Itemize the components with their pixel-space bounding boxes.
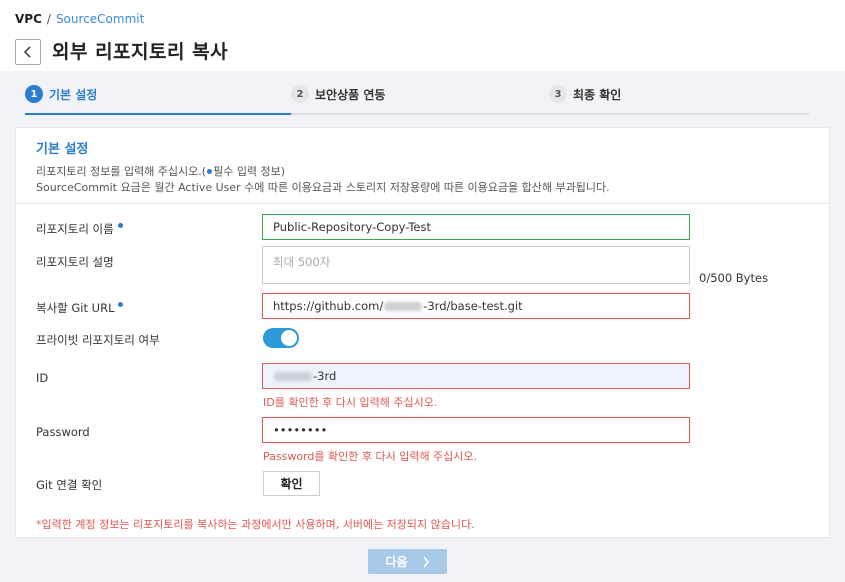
wizard-steps: 1 기본 설정 2 보안상품 연동 3 최종 확인 xyxy=(25,85,809,115)
required-dot-icon xyxy=(207,168,213,174)
next-button[interactable]: 다음 xyxy=(368,549,447,574)
required-dot-icon xyxy=(117,223,123,228)
git-url-label: 복사할 Git URL xyxy=(36,300,124,316)
git-url-suffix: -3rd/base-test.git xyxy=(423,299,523,313)
breadcrumb: VPC / SourceCommit xyxy=(15,12,144,26)
desc-billing-text: SourceCommit 요금은 월간 Active User 수에 따른 이용… xyxy=(36,181,610,194)
repo-desc-placeholder: 최대 500자 xyxy=(273,255,331,269)
id-suffix: -3rd xyxy=(313,369,337,383)
toggle-knob xyxy=(281,330,297,346)
id-input[interactable]: -3rd xyxy=(262,363,690,389)
private-repo-toggle[interactable] xyxy=(263,328,299,348)
password-error-message: Password를 확인한 후 다시 입력해 주십시오. xyxy=(263,450,478,463)
repo-name-value: Public-Repository-Copy-Test xyxy=(273,220,431,234)
git-check-button[interactable]: 확인 xyxy=(263,471,320,496)
back-button[interactable] xyxy=(15,39,41,65)
git-url-input[interactable]: https://github.com/ -3rd/base-test.git xyxy=(262,293,690,319)
repo-desc-textarea[interactable]: 최대 500자 xyxy=(262,246,690,284)
step-final-review[interactable]: 3 최종 확인 xyxy=(549,85,621,103)
step-security-integration[interactable]: 2 보안상품 연동 xyxy=(291,85,385,103)
repo-desc-label: 리포지토리 설명 xyxy=(36,255,114,269)
repo-name-label: 리포지토리 이름 xyxy=(36,221,124,237)
password-label: Password xyxy=(36,425,90,439)
breadcrumb-root[interactable]: VPC xyxy=(15,12,42,26)
credentials-notice: *입력한 계정 정보는 리포지토리를 복사하는 과정에서만 사용하며, 서버에는… xyxy=(36,518,475,531)
next-button-label: 다음 xyxy=(385,555,408,569)
desc-required-text: 필수 입력 정보) xyxy=(213,165,286,178)
step-number: 3 xyxy=(549,85,567,103)
step-label: 기본 설정 xyxy=(49,87,98,102)
id-label: ID xyxy=(36,371,49,385)
redacted-text xyxy=(274,371,312,381)
id-error-message: ID를 확인한 후 다시 입력해 주십시오. xyxy=(263,396,438,409)
breadcrumb-separator: / xyxy=(46,12,51,26)
step-number: 1 xyxy=(25,85,43,103)
card-description: 리포지토리 정보를 입력해 주십시오.( 필수 입력 정보) SourceComm… xyxy=(36,164,809,196)
step-basic-settings[interactable]: 1 기본 설정 xyxy=(25,85,97,103)
byte-counter: 0/500 Bytes xyxy=(699,271,769,285)
chevron-left-icon xyxy=(23,46,31,58)
git-url-prefix: https://github.com/ xyxy=(273,299,384,313)
card-header: 기본 설정 리포지토리 정보를 입력해 주십시오.( 필수 입력 정보) Sour… xyxy=(16,128,829,204)
basic-settings-card: 기본 설정 리포지토리 정보를 입력해 주십시오.( 필수 입력 정보) Sour… xyxy=(15,127,830,538)
desc-text: 리포지토리 정보를 입력해 주십시오.( xyxy=(36,165,207,178)
step-label: 보안상품 연동 xyxy=(315,87,386,102)
git-check-label: Git 연결 확인 xyxy=(36,478,103,492)
private-repo-label: 프라이빗 리포지토리 여부 xyxy=(36,333,160,347)
repo-name-input[interactable]: Public-Repository-Copy-Test xyxy=(262,214,690,240)
page-title: 외부 리포지토리 복사 xyxy=(52,41,229,63)
password-value: •••••••• xyxy=(273,423,328,437)
page-header: VPC / SourceCommit 외부 리포지토리 복사 xyxy=(0,0,845,71)
active-step-indicator xyxy=(25,113,291,115)
step-number: 2 xyxy=(291,85,309,103)
card-title: 기본 설정 xyxy=(36,142,89,157)
chevron-right-icon xyxy=(422,556,429,567)
password-input[interactable]: •••••••• xyxy=(262,417,690,443)
step-label: 최종 확인 xyxy=(573,87,622,102)
breadcrumb-sourcecommit-link[interactable]: SourceCommit xyxy=(56,12,144,26)
redacted-text xyxy=(384,301,423,311)
required-dot-icon xyxy=(118,302,124,307)
